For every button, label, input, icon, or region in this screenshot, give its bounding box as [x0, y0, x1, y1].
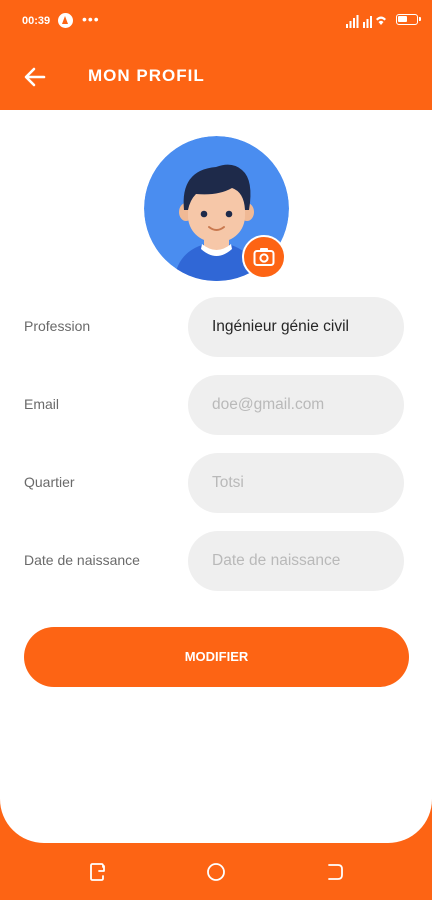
- battery-icon: [396, 14, 421, 25]
- camera-icon: [253, 248, 275, 266]
- modify-button[interactable]: MODIFIER: [24, 627, 409, 687]
- app-notification-icon: [58, 13, 73, 28]
- home-icon[interactable]: [203, 859, 229, 885]
- change-photo-button[interactable]: [242, 235, 286, 279]
- birthdate-field[interactable]: Date de naissance: [188, 531, 404, 591]
- quartier-label: Quartier: [24, 474, 75, 490]
- more-notifications-icon: •••: [82, 11, 100, 27]
- email-field[interactable]: doe@gmail.com: [188, 375, 404, 435]
- cellular-signal-icon: [346, 15, 386, 28]
- app-bar: MON PROFIL: [0, 44, 432, 110]
- profile-card: Profession Ingénieur génie civil Email d…: [0, 110, 432, 843]
- back-icon[interactable]: [322, 859, 348, 885]
- profession-label: Profession: [24, 318, 91, 334]
- birthdate-label: Date de naissance: [24, 552, 140, 568]
- arrow-left-icon[interactable]: [20, 62, 50, 92]
- email-label: Email: [24, 396, 60, 412]
- recent-apps-icon[interactable]: [84, 859, 110, 885]
- status-time: 00:39: [22, 15, 51, 27]
- profession-field[interactable]: Ingénieur génie civil: [188, 297, 404, 357]
- status-bar: 00:39 •••: [0, 0, 432, 44]
- system-nav-bar: [0, 843, 432, 900]
- quartier-field[interactable]: Totsi: [188, 453, 404, 513]
- page-title: MON PROFIL: [88, 66, 205, 85]
